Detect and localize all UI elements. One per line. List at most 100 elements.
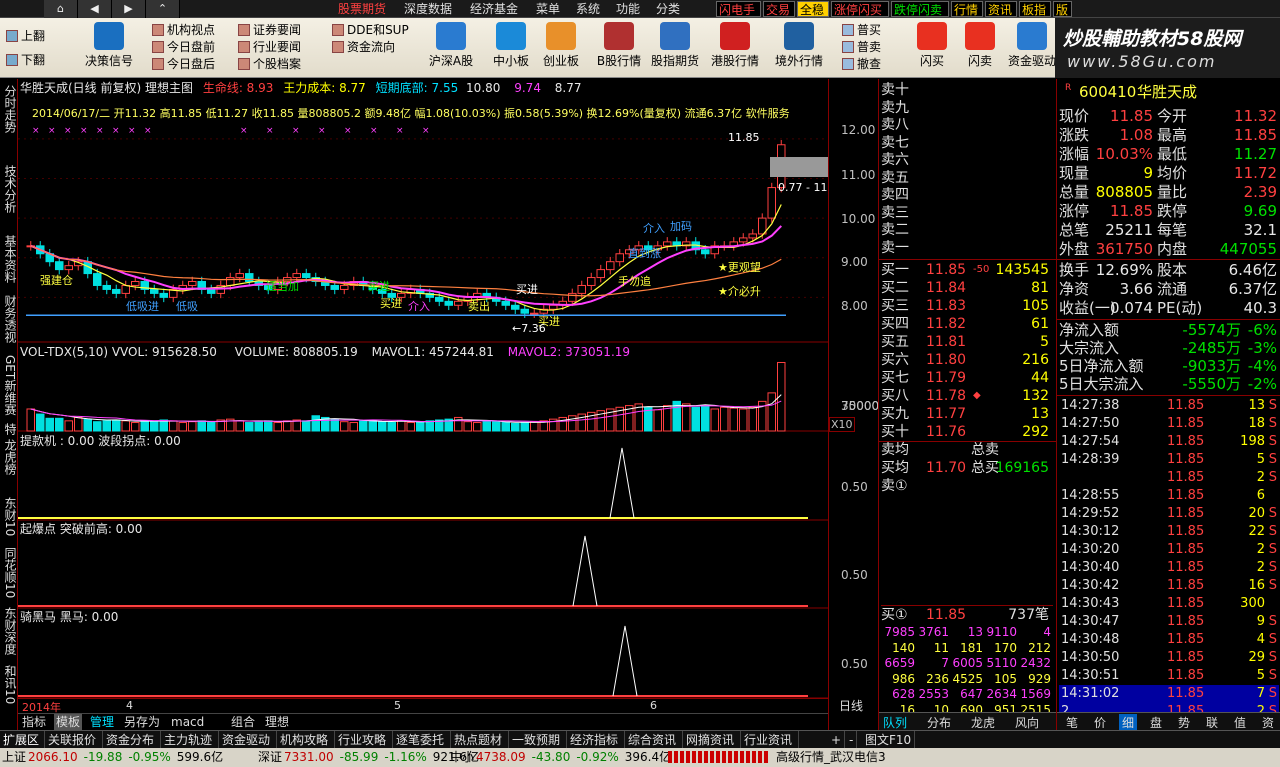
left-tab-10[interactable]: 和讯10 xyxy=(2,665,17,704)
chart-tab-6[interactable]: 理想 xyxy=(263,714,291,730)
tick-row[interactable]: 14:30:48 11.85 4 S xyxy=(1059,631,1279,649)
detail-tab-3[interactable]: 盘 xyxy=(1147,714,1165,731)
market-button-4[interactable]: 股指期货 xyxy=(646,22,704,69)
toolbar-link-0-2[interactable]: 今日盘后 xyxy=(152,56,215,73)
left-tab-4[interactable]: GET新维赛 xyxy=(2,355,17,415)
top-tag-8[interactable]: 版 xyxy=(1053,1,1072,17)
chart-tab-5[interactable]: 组合 xyxy=(229,714,257,730)
bottom-tab-12[interactable]: 网摘资讯 xyxy=(683,731,741,749)
menu-item-1[interactable]: 深度数据 xyxy=(404,1,452,17)
top-tag-3[interactable]: 涨停闪买 xyxy=(831,1,889,17)
ask-row[interactable]: 卖十 xyxy=(881,81,1053,99)
bid-row[interactable]: 买五 11.81 5 xyxy=(881,333,1053,351)
bottom-right-btn-1[interactable]: - xyxy=(846,731,858,749)
nav-button-2[interactable]: ▶ xyxy=(112,0,146,18)
tick-row[interactable]: 14:30:47 11.85 9 S xyxy=(1059,613,1279,631)
menu-item-5[interactable]: 功能 xyxy=(616,1,640,17)
order-button-0[interactable]: 普买 xyxy=(842,22,881,39)
quote-tab-2[interactable]: 龙虎 xyxy=(971,714,995,731)
tick-row[interactable]: 14:27:38 11.85 13 S xyxy=(1059,397,1279,415)
market-button-3[interactable]: B股行情 xyxy=(590,22,648,69)
bottom-tab-4[interactable]: 资金驱动 xyxy=(219,731,277,749)
toolbar-link-2-0[interactable]: DDE和SUP xyxy=(332,22,409,39)
bottom-tab-3[interactable]: 主力轨迹 xyxy=(161,731,219,749)
top-tag-0[interactable]: 闪电手 xyxy=(716,1,761,17)
top-tag-4[interactable]: 跌停闪卖 xyxy=(891,1,949,17)
bottom-tab-7[interactable]: 逐笔委托 xyxy=(393,731,451,749)
decision-signal-button[interactable]: 决策信号 xyxy=(82,22,136,69)
left-tab-8[interactable]: 同花顺10 xyxy=(2,547,17,598)
menu-item-6[interactable]: 分类 xyxy=(656,1,680,17)
tick-row[interactable]: 11.85 2 S xyxy=(1059,469,1279,487)
toolbar-link-1-2[interactable]: 个股档案 xyxy=(238,56,301,73)
kline-chart-area[interactable]: 华胜天成(日线 前复权) 理想主图 生命线: 8.93 王力成本: 8.77 短… xyxy=(18,79,828,730)
tick-row[interactable]: 14:30:12 11.85 22 S xyxy=(1059,523,1279,541)
bid-row[interactable]: 买六 11.80 216 xyxy=(881,351,1053,369)
tick-row[interactable]: 14:30:50 11.85 29 S xyxy=(1059,649,1279,667)
bottom-tab-10[interactable]: 经济指标 xyxy=(567,731,625,749)
bottom-tab-1[interactable]: 关联报价 xyxy=(45,731,103,749)
tick-row[interactable]: 14:31:02 11.85 7 S xyxy=(1059,685,1279,703)
detail-tab-7[interactable]: 资 xyxy=(1259,714,1277,731)
left-tab-9[interactable]: 东财深度 xyxy=(2,607,17,655)
bid-row[interactable]: 买十 11.76 292 xyxy=(881,423,1053,441)
toolbar-link-1-1[interactable]: 行业要闻 xyxy=(238,39,301,56)
detail-tab-4[interactable]: 势 xyxy=(1175,714,1193,731)
bid-row[interactable]: 买八 11.78 ◆ 132 xyxy=(881,387,1053,405)
top-tag-1[interactable]: 交易 xyxy=(763,1,795,17)
period-label[interactable]: 日线 xyxy=(839,697,863,714)
bid-row[interactable]: 买二 11.84 81 xyxy=(881,279,1053,297)
toolbar-link-2-1[interactable]: 资金流向 xyxy=(332,39,395,56)
chart-tab-4[interactable]: macd xyxy=(169,714,206,730)
ask-row[interactable]: 卖一 xyxy=(881,239,1053,257)
bid-row[interactable]: 买九 11.77 13 xyxy=(881,405,1053,423)
market-button-5[interactable]: 港股行情 xyxy=(706,22,764,69)
market-button-0[interactable]: 沪深A股 xyxy=(422,22,480,69)
ask-row[interactable]: 卖三 xyxy=(881,204,1053,222)
left-tab-7[interactable]: 东财10 xyxy=(2,497,17,536)
chart-tab-3[interactable]: 另存为 xyxy=(122,714,162,730)
market-button-2[interactable]: 创业板 xyxy=(532,22,590,69)
tick-row[interactable]: 14:29:52 11.85 20 S xyxy=(1059,505,1279,523)
left-tab-2[interactable]: 基本资料 xyxy=(2,235,17,283)
tool-button-1[interactable]: 闪卖 xyxy=(956,22,1004,69)
order-button-2[interactable]: 撤查 xyxy=(842,56,881,73)
bottom-right-btn-0[interactable]: + xyxy=(828,731,846,749)
bid-row[interactable]: 买一 11.85 -50 143545 xyxy=(881,261,1053,279)
server-label[interactable]: 高级行情_武汉电信3 xyxy=(776,748,886,767)
quote-tab-0[interactable]: 队列 xyxy=(883,714,907,731)
tick-row[interactable]: 14:30:40 11.85 2 S xyxy=(1059,559,1279,577)
bottom-right-btn-2[interactable]: 图文F10 xyxy=(862,731,916,749)
left-tab-5[interactable]: 特 xyxy=(2,423,17,435)
bottom-tab-2[interactable]: 资金分布 xyxy=(103,731,161,749)
chart-tab-0[interactable]: 指标 xyxy=(20,714,48,730)
detail-tab-6[interactable]: 值 xyxy=(1231,714,1249,731)
menu-item-3[interactable]: 菜单 xyxy=(536,1,560,17)
detail-tab-5[interactable]: 联 xyxy=(1203,714,1221,731)
menu-item-4[interactable]: 系统 xyxy=(576,1,600,17)
chart-tab-1[interactable]: 模板 xyxy=(54,714,83,730)
bottom-tab-0[interactable]: 扩展区 xyxy=(0,731,45,749)
bottom-tab-9[interactable]: 一致预期 xyxy=(509,731,567,749)
bid-row[interactable]: 买四 11.82 61 xyxy=(881,315,1053,333)
top-tag-6[interactable]: 资讯 xyxy=(985,1,1017,17)
top-tag-2[interactable]: 全稳 xyxy=(797,1,829,17)
ask-row[interactable]: 卖七 xyxy=(881,134,1053,152)
page-up-button[interactable]: 上翻 xyxy=(6,28,45,45)
bottom-tab-5[interactable]: 机构攻略 xyxy=(277,731,335,749)
tick-row[interactable]: 14:28:39 11.85 5 S xyxy=(1059,451,1279,469)
tick-row[interactable]: 14:30:42 11.85 16 S xyxy=(1059,577,1279,595)
tool-button-2[interactable]: 资金驱动 xyxy=(1008,22,1056,69)
nav-button-0[interactable]: ⌂ xyxy=(44,0,78,18)
left-tab-6[interactable]: 龙虎榜 xyxy=(2,439,17,475)
top-tag-7[interactable]: 板指 xyxy=(1019,1,1051,17)
ask-row[interactable]: 卖八 xyxy=(881,116,1053,134)
quote-tab-1[interactable]: 分布 xyxy=(927,714,951,731)
order-button-1[interactable]: 普卖 xyxy=(842,39,881,56)
bottom-tab-6[interactable]: 行业攻略 xyxy=(335,731,393,749)
tick-row[interactable]: 14:27:50 11.85 18 S xyxy=(1059,415,1279,433)
bid-row[interactable]: 买三 11.83 105 xyxy=(881,297,1053,315)
toolbar-link-0-0[interactable]: 机构视点 xyxy=(152,22,215,39)
menu-item-2[interactable]: 经济基金 xyxy=(470,1,518,17)
left-tab-1[interactable]: 技术分析 xyxy=(2,165,17,213)
